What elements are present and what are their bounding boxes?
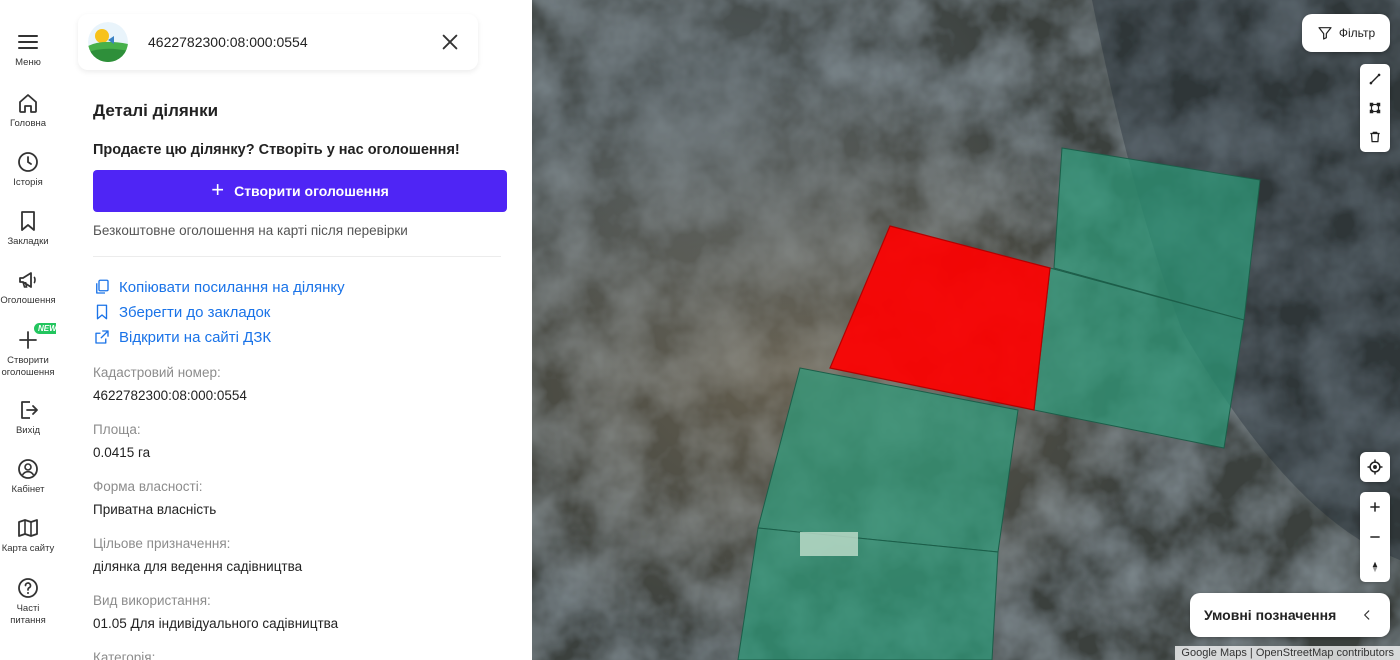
clock-icon xyxy=(18,152,38,172)
nav-item-logout[interactable]: Вихід xyxy=(0,398,56,437)
field-label: Кадастровий номер: xyxy=(93,365,221,380)
nav-item-bookmarks[interactable]: Закладки xyxy=(0,209,56,248)
external-link-icon xyxy=(95,330,109,344)
field-value: Приватна власність xyxy=(93,502,217,517)
field-label: Форма власності: xyxy=(93,479,203,494)
nav-label: Меню xyxy=(15,57,41,68)
field-label: Площа: xyxy=(93,422,141,437)
copy-icon xyxy=(96,279,109,294)
nav-item-sitemap[interactable]: Карта сайту xyxy=(0,516,56,555)
nav-label: Кабінет xyxy=(11,484,45,495)
side-nav: Меню Головна Історія Закладки Оголошення… xyxy=(0,0,61,660)
ruler-line-icon xyxy=(1369,73,1381,84)
measure-area-button[interactable] xyxy=(1360,93,1390,122)
save-bookmark-label: Зберегти до закладок xyxy=(119,303,271,321)
nav-item-history[interactable]: Історія xyxy=(0,150,56,189)
nav-label: Створити оголошення xyxy=(1,355,55,378)
chevron-left-icon xyxy=(1364,610,1370,620)
parcel-details-panel: 4622782300:08:000:0554 Деталі ділянки Пр… xyxy=(56,0,532,660)
filter-button[interactable]: Фільтр xyxy=(1302,14,1390,52)
section-title: Деталі ділянки xyxy=(93,101,219,120)
free-listing-note: Безкоштовне оголошення на карті після пе… xyxy=(93,223,408,238)
measure-line-button[interactable] xyxy=(1360,64,1390,93)
nav-label: Вихід xyxy=(15,425,41,436)
map-attribution: Google Maps | OpenStreetMap contributors xyxy=(1175,646,1400,660)
compass-button[interactable] xyxy=(1360,552,1390,582)
bookmark-icon xyxy=(21,211,35,231)
crosshair-icon xyxy=(1367,459,1383,475)
close-button[interactable] xyxy=(438,30,462,54)
zoom-controls xyxy=(1360,492,1390,582)
field-value: 4622782300:08:000:0554 xyxy=(93,388,247,403)
divider xyxy=(93,256,501,257)
create-listing-button[interactable]: + Створити оголошення xyxy=(93,170,507,212)
copy-link-action[interactable]: Копіювати посилання на ділянку xyxy=(93,278,345,296)
plus-icon: + xyxy=(211,177,225,202)
nav-label: Часті питання xyxy=(10,603,46,626)
copy-link-label: Копіювати посилання на ділянку xyxy=(119,278,345,296)
nav-label: Оголошення xyxy=(0,295,56,306)
field-label: Цільове призначення: xyxy=(93,536,231,551)
filter-label: Фільтр xyxy=(1338,26,1376,40)
zoom-out-icon xyxy=(1370,536,1380,538)
zoom-out-button[interactable] xyxy=(1360,522,1390,552)
promo-text: Продаєте цю ділянку? Створіть у нас огол… xyxy=(93,142,460,158)
zoom-in-icon xyxy=(1370,502,1380,512)
legend-label: Умовні позначення xyxy=(1204,607,1337,623)
logout-icon xyxy=(21,401,38,419)
legend-toggle[interactable]: Умовні позначення xyxy=(1190,593,1390,637)
trash-icon xyxy=(1370,131,1380,142)
nav-item-account[interactable]: Кабінет xyxy=(0,457,56,496)
compass-icon xyxy=(1372,561,1378,573)
save-bookmark-action[interactable]: Зберегти до закладок xyxy=(93,303,270,321)
panel-header: 4622782300:08:000:0554 xyxy=(78,14,478,70)
field-label: Вид використання: xyxy=(93,593,211,608)
polygon-icon xyxy=(1369,102,1381,113)
open-dzk-label: Відкрити на сайті ДЗК xyxy=(119,328,272,346)
map-icon xyxy=(18,519,38,537)
parcel[interactable] xyxy=(737,527,999,660)
megaphone-icon xyxy=(19,272,36,288)
nav-item-create-listing[interactable]: NEW Створити оголошення xyxy=(0,323,61,379)
field-value: 01.05 Для індивідуального садівництва xyxy=(93,616,339,631)
nav-item-home[interactable]: Головна xyxy=(0,91,56,130)
bookmark-icon xyxy=(96,304,108,320)
open-dzk-action[interactable]: Відкрити на сайті ДЗК xyxy=(93,328,271,346)
home-icon xyxy=(19,94,37,113)
cadastral-number-title: 4622782300:08:000:0554 xyxy=(148,34,308,50)
field-label: Категорія: xyxy=(93,650,156,660)
nav-label: Історія xyxy=(13,177,43,188)
question-icon xyxy=(18,578,38,598)
building xyxy=(800,532,858,556)
nav-label: Головна xyxy=(9,118,47,129)
create-listing-label: Створити оголошення xyxy=(234,183,389,199)
nav-label: Карта сайту xyxy=(1,543,55,554)
field-value: 0.0415 га xyxy=(93,445,151,460)
draw-tools xyxy=(1360,64,1390,152)
nav-item-menu[interactable]: Меню xyxy=(0,30,56,69)
filter-icon xyxy=(1318,27,1332,40)
field-value: ділянка для ведення садівництва xyxy=(93,559,303,574)
user-icon xyxy=(18,459,38,479)
nav-item-faq[interactable]: Часті питання xyxy=(0,576,56,627)
nav-item-listings[interactable]: Оголошення xyxy=(0,268,56,307)
zoom-in-button[interactable] xyxy=(1360,492,1390,522)
site-logo xyxy=(88,22,128,62)
nav-label: Закладки xyxy=(7,236,49,247)
locate-button[interactable] xyxy=(1360,452,1390,482)
delete-drawing-button[interactable] xyxy=(1360,122,1390,151)
close-icon xyxy=(442,34,458,50)
map-view[interactable]: Фільтр Умовні позначення Google Maps | O… xyxy=(532,0,1400,660)
satellite-imagery xyxy=(532,0,1400,660)
hamburger-menu-icon xyxy=(18,35,38,49)
